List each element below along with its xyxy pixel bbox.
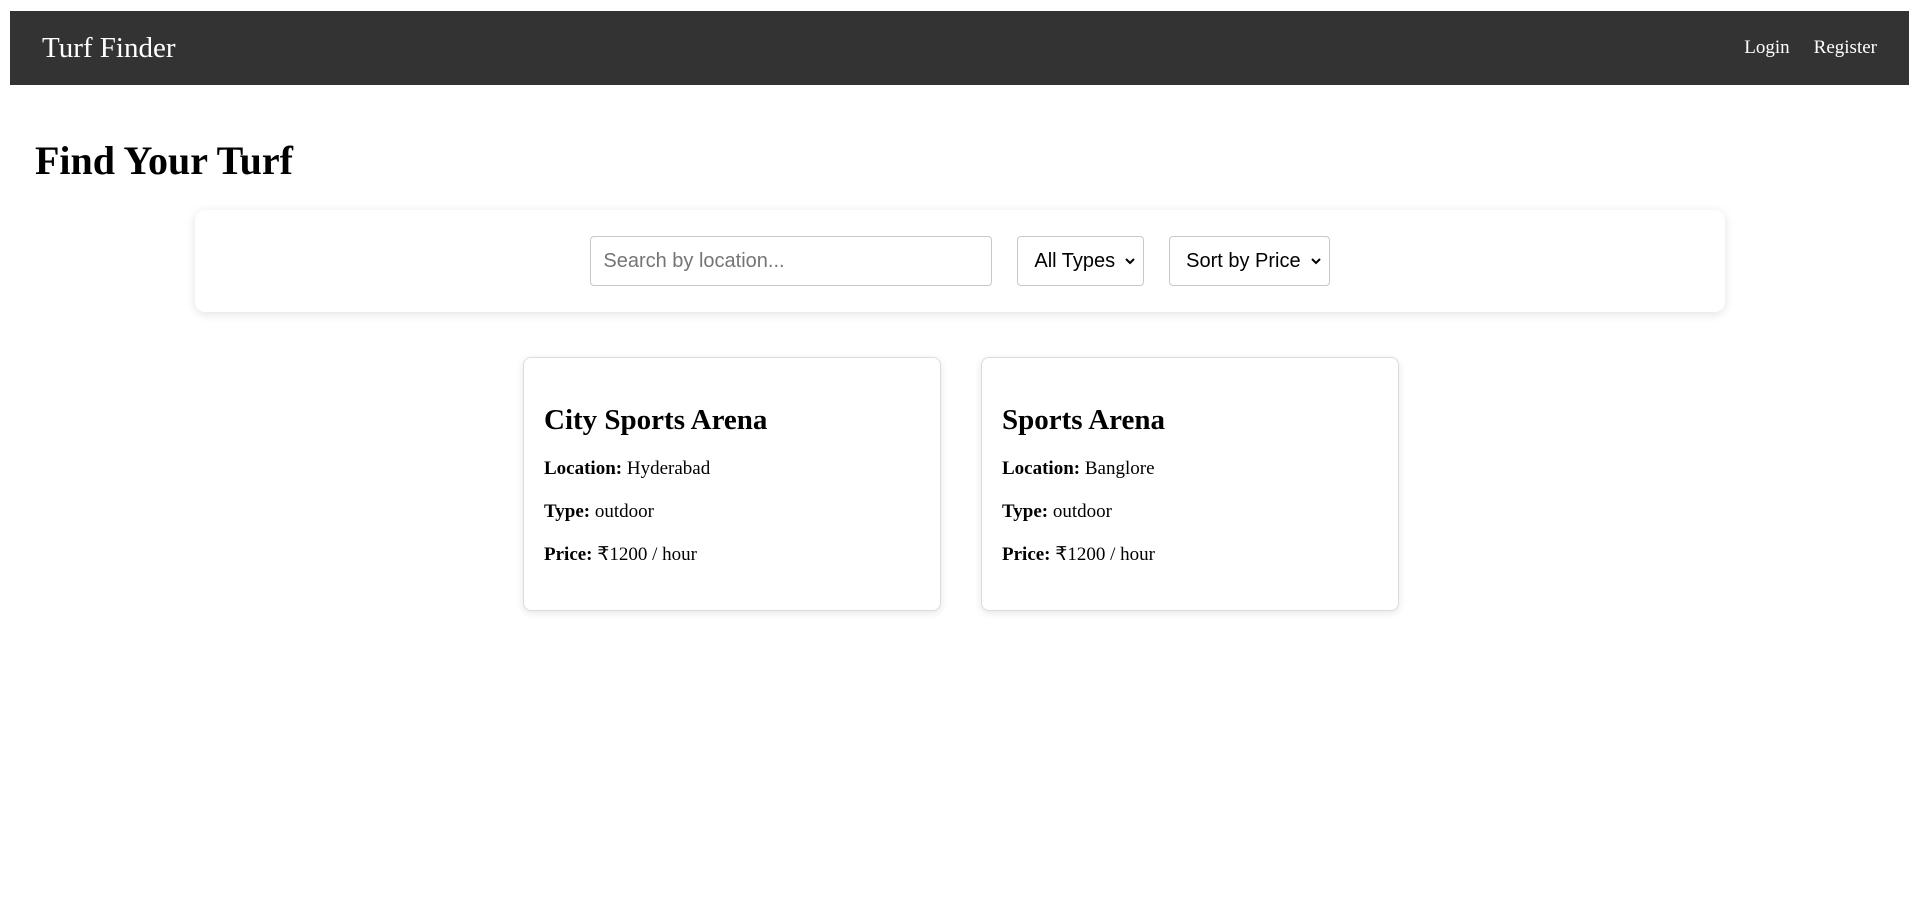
price-value: ₹1200 / hour bbox=[1055, 544, 1155, 565]
type-value: outdoor bbox=[1052, 501, 1112, 522]
turf-location: Location: Hyderabad bbox=[544, 457, 920, 480]
login-link[interactable]: Login bbox=[1744, 37, 1789, 59]
brand-logo[interactable]: Turf Finder bbox=[42, 32, 175, 65]
register-link[interactable]: Register bbox=[1814, 37, 1877, 59]
turf-card[interactable]: Sports Arena Location: Banglore Type: ou… bbox=[981, 357, 1399, 611]
turf-location: Location: Banglore bbox=[1002, 457, 1378, 480]
type-value: outdoor bbox=[594, 501, 654, 522]
price-label: Price: bbox=[544, 544, 593, 565]
turf-price: Price: ₹1200 / hour bbox=[1002, 543, 1378, 566]
turf-card-list: City Sports Arena Location: Hyderabad Ty… bbox=[523, 357, 1399, 611]
location-label: Location: bbox=[544, 458, 623, 479]
location-value: Banglore bbox=[1084, 458, 1155, 479]
chevron-down-icon bbox=[1310, 258, 1321, 265]
type-label: Type: bbox=[544, 501, 591, 522]
page-title: Find Your Turf bbox=[35, 138, 293, 183]
turf-type: Type: outdoor bbox=[544, 500, 920, 523]
location-label: Location: bbox=[1002, 458, 1081, 479]
turf-card[interactable]: City Sports Arena Location: Hyderabad Ty… bbox=[523, 357, 941, 611]
turf-price: Price: ₹1200 / hour bbox=[544, 543, 920, 566]
search-input[interactable] bbox=[590, 236, 993, 286]
sort-select[interactable]: Sort by Price bbox=[1169, 236, 1330, 286]
type-select-value: All Types bbox=[1034, 249, 1116, 272]
nav-links: Login Register bbox=[1744, 37, 1877, 59]
location-value: Hyderabad bbox=[626, 458, 711, 479]
filter-panel: All Types Sort by Price bbox=[195, 210, 1725, 312]
turf-name: Sports Arena bbox=[1002, 404, 1166, 436]
type-select[interactable]: All Types bbox=[1017, 236, 1145, 286]
sort-select-value: Sort by Price bbox=[1186, 249, 1301, 272]
chevron-down-icon bbox=[1125, 258, 1135, 265]
price-value: ₹1200 / hour bbox=[597, 544, 697, 565]
price-label: Price: bbox=[1002, 544, 1051, 565]
turf-name: City Sports Arena bbox=[544, 404, 768, 436]
top-navbar: Turf Finder Login Register bbox=[10, 11, 1909, 85]
type-label: Type: bbox=[1002, 501, 1049, 522]
turf-type: Type: outdoor bbox=[1002, 500, 1378, 523]
